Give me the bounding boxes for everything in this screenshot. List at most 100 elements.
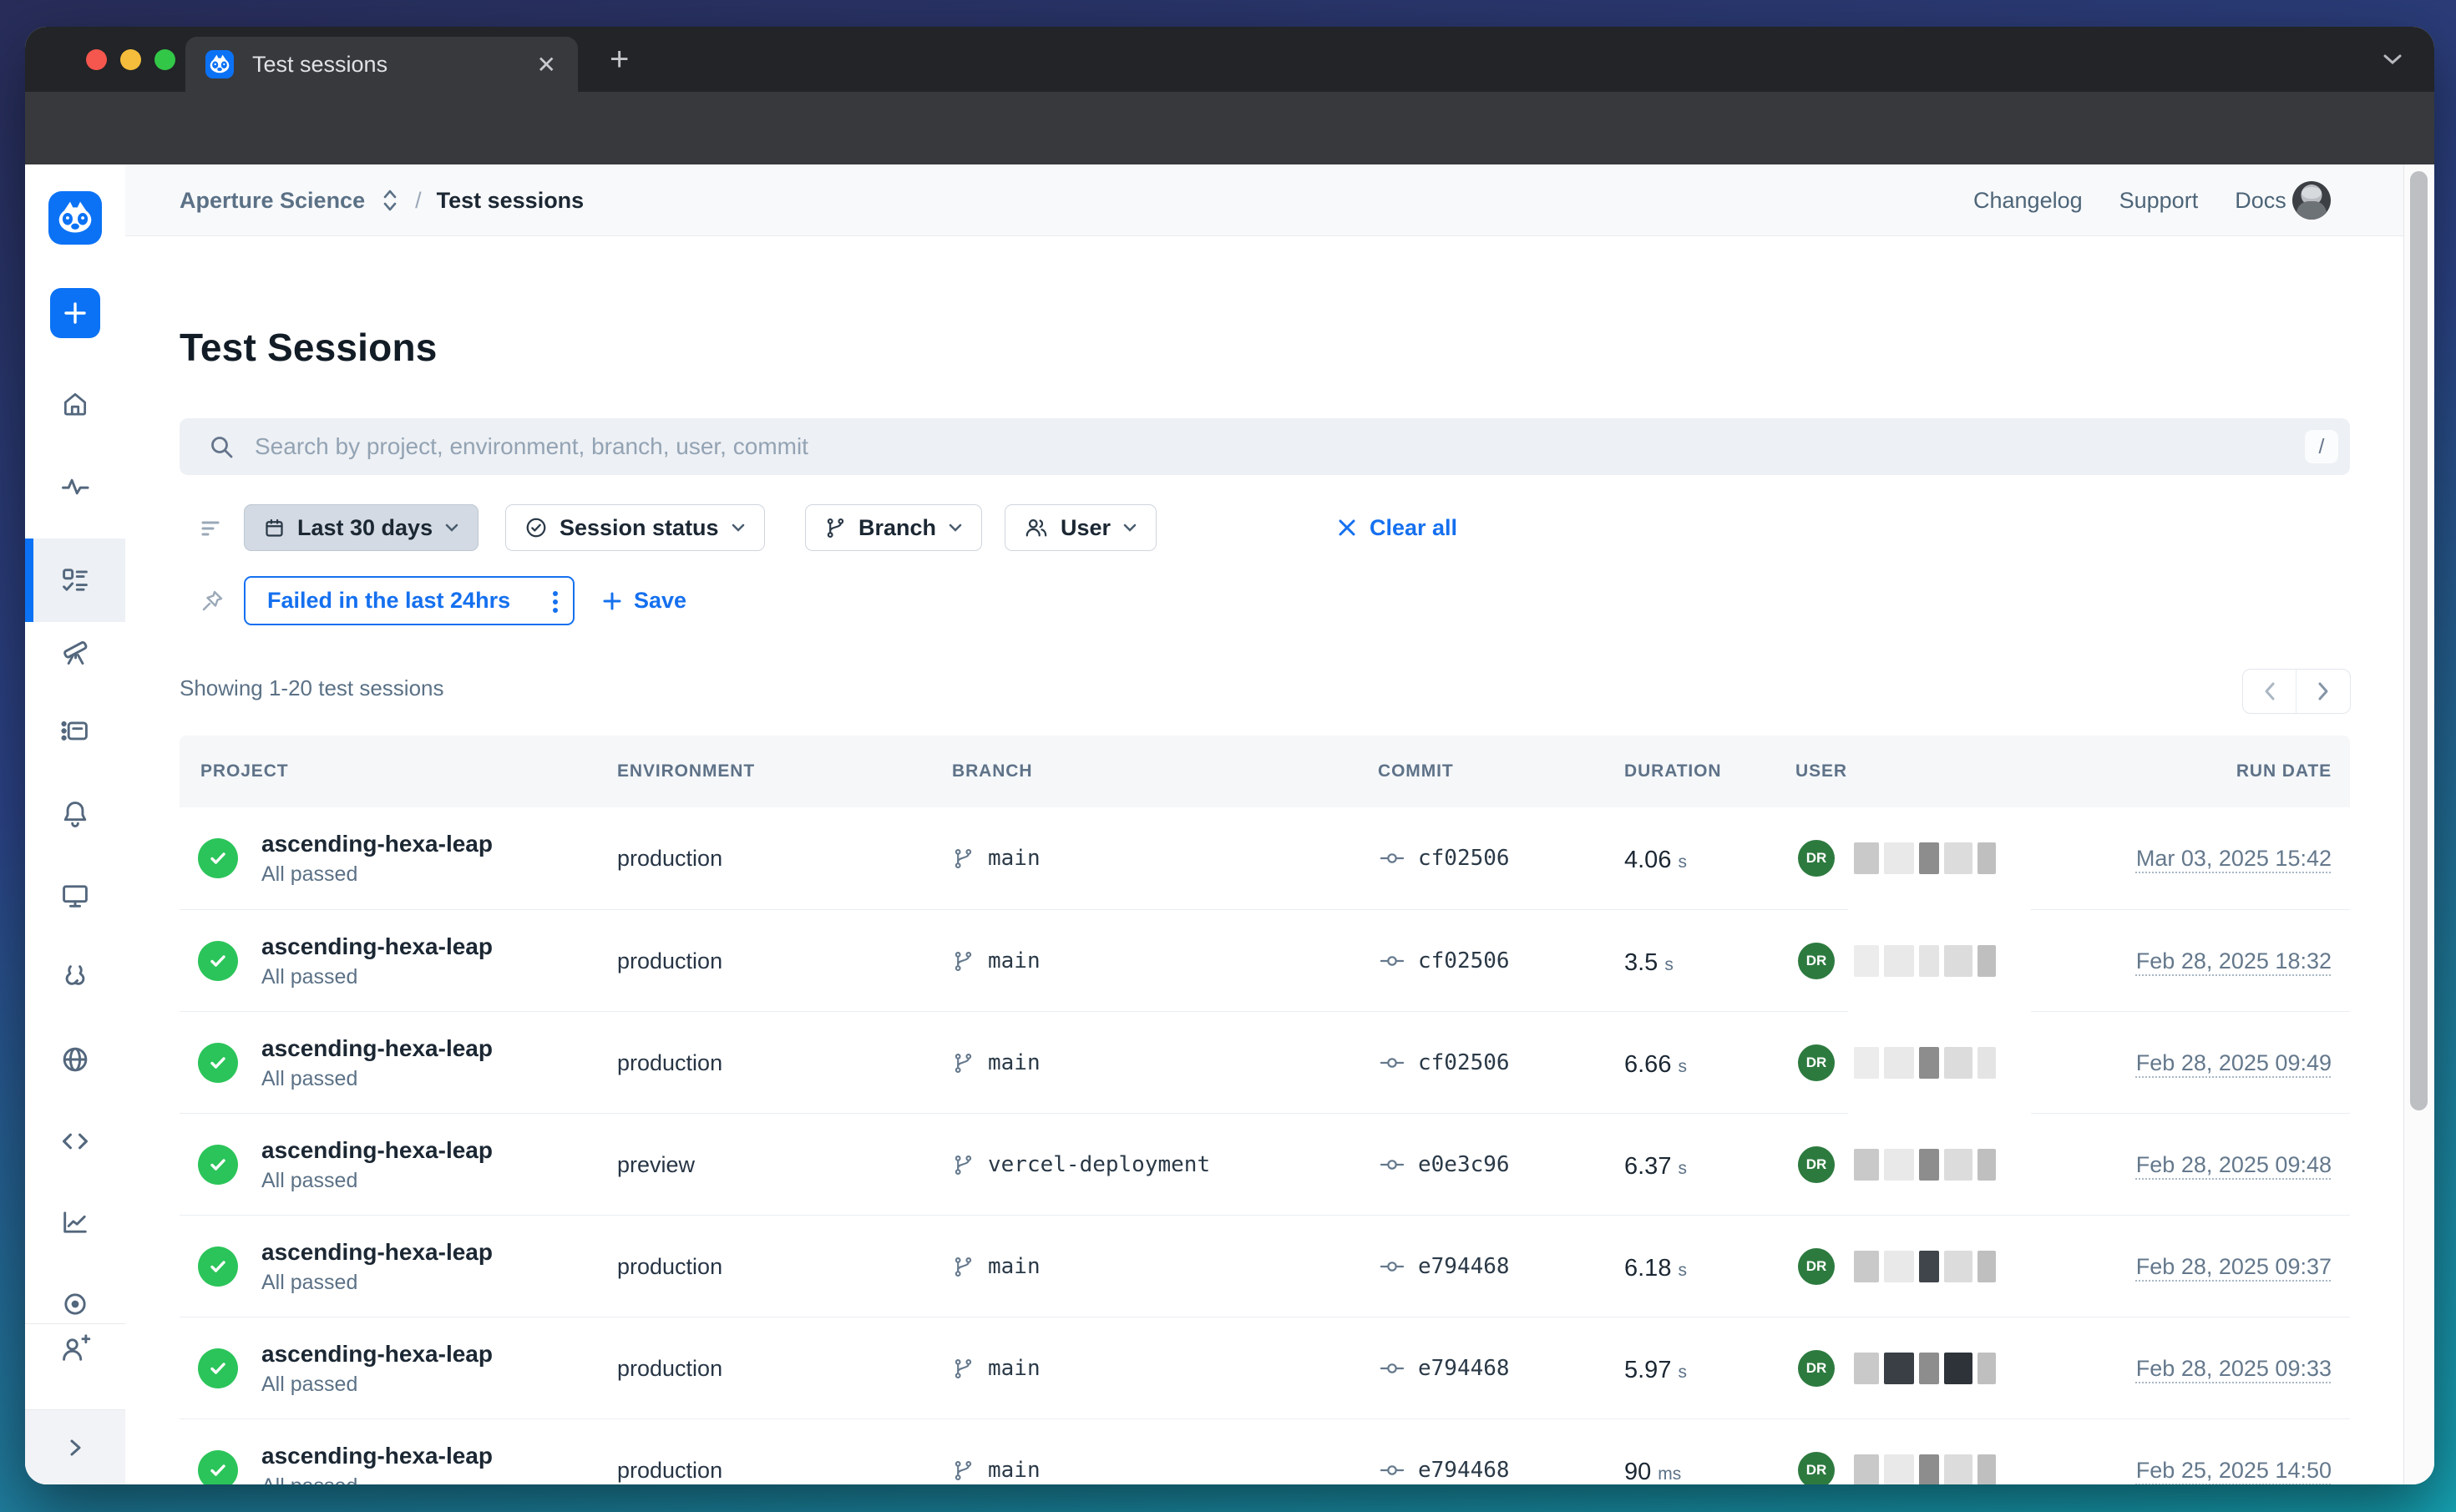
session-status-filter[interactable]: Session status [505, 504, 765, 551]
sidebar-item-invite-user[interactable] [25, 1319, 125, 1379]
page-scrollbar[interactable] [2403, 164, 2434, 1484]
changelog-link[interactable]: Changelog [1973, 188, 2083, 214]
column-run-date: RUN DATE [2236, 736, 2332, 807]
sidebar-item-cli[interactable] [25, 1111, 125, 1171]
tab-search-chevron-icon[interactable] [2382, 52, 2403, 67]
date-range-filter[interactable]: Last 30 days [244, 504, 479, 551]
run-date-link[interactable]: Feb 28, 2025 18:32 [2136, 910, 2332, 1012]
previous-page-button[interactable] [2243, 670, 2296, 713]
pin-icon[interactable] [200, 589, 225, 614]
browser-toolbar: app.checklyhq.com/test-sessions?presetWi… [25, 92, 2434, 167]
tab-close-icon[interactable]: ✕ [537, 51, 556, 78]
sidebar-collapse-section[interactable] [25, 1409, 125, 1484]
sidebar-item-checkly-logo[interactable] [25, 188, 125, 248]
sidebar-item-home[interactable] [25, 374, 125, 434]
activity-pulse-icon [59, 471, 91, 503]
status-text: All passed [261, 965, 357, 989]
branch-cell: main [952, 807, 1041, 909]
duration-cell: 6.37 s [1624, 1114, 1687, 1216]
sidebar-item-monitors[interactable] [25, 866, 125, 926]
sidebar-item-create[interactable] [25, 283, 125, 343]
run-date-link[interactable]: Feb 28, 2025 09:33 [2136, 1317, 2332, 1419]
sidebar-item-alerts[interactable] [25, 784, 125, 844]
sidebar-item-test-sessions[interactable] [25, 550, 125, 610]
status-text: All passed [261, 1271, 357, 1295]
table-row[interactable]: ascending-hexa-leap All passed productio… [180, 1317, 2350, 1418]
branch-filter[interactable]: Branch [805, 504, 982, 551]
save-filter-button[interactable]: Save [601, 576, 686, 625]
run-date-link[interactable]: Feb 25, 2025 14:50 [2136, 1419, 2332, 1484]
sidebar-item-analytics[interactable] [25, 1192, 125, 1252]
target-icon [59, 1288, 91, 1320]
sidebar-item-dashboards[interactable] [25, 701, 125, 761]
run-date-link[interactable]: Feb 28, 2025 09:37 [2136, 1216, 2332, 1317]
run-date-link[interactable]: Feb 28, 2025 09:48 [2136, 1114, 2332, 1216]
redacted-user-name [1854, 1353, 1996, 1384]
users-icon [1024, 516, 1049, 539]
commit-cell: cf02506 [1380, 807, 1510, 909]
account-switcher-icon[interactable] [380, 188, 400, 213]
git-commit-icon [1380, 1358, 1405, 1379]
table-row[interactable]: ascending-hexa-leap All passed productio… [180, 1215, 2350, 1317]
sidebar-item-activity[interactable] [25, 457, 125, 517]
commit-cell: cf02506 [1380, 1012, 1510, 1114]
user-filter[interactable]: User [1005, 504, 1157, 551]
next-page-button[interactable] [2296, 670, 2350, 713]
app-header: Aperture Science / Test sessions Changel… [125, 164, 2403, 236]
duration-value: 90 [1624, 1459, 1651, 1484]
run-date-link[interactable]: Mar 03, 2025 15:42 [2136, 807, 2332, 909]
branch-name: main [988, 1458, 1041, 1483]
new-tab-button[interactable]: + [610, 48, 629, 70]
search-bar[interactable]: / [180, 418, 2350, 475]
docs-link[interactable]: Docs [2235, 188, 2286, 214]
pagination [2242, 669, 2351, 714]
account-name[interactable]: Aperture Science [180, 188, 365, 214]
sidebar-item-maintenance[interactable] [25, 947, 125, 1007]
chevron-down-icon [1122, 523, 1137, 533]
run-date-link[interactable]: Feb 28, 2025 09:49 [2136, 1012, 2332, 1114]
search-icon [208, 433, 235, 460]
user-cell: DR [1798, 1012, 1835, 1114]
git-commit-icon [1380, 950, 1405, 972]
support-link[interactable]: Support [2119, 188, 2199, 214]
sidebar-item-status-pages[interactable] [25, 1029, 125, 1090]
clear-all-button[interactable]: Clear all [1336, 504, 1457, 551]
results-count: Showing 1-20 test sessions [180, 675, 444, 701]
project-cell: ascending-hexa-leap All passed [261, 1012, 493, 1114]
table-row[interactable]: ascending-hexa-leap All passed productio… [180, 1418, 2350, 1484]
maximize-window-button[interactable] [154, 49, 175, 70]
git-commit-icon [1380, 1459, 1405, 1481]
branch-cell: main [952, 1419, 1041, 1484]
browser-tab[interactable]: Test sessions ✕ [185, 37, 578, 92]
saved-filter-button[interactable]: Failed in the last 24hrs [244, 576, 575, 625]
status-passed-icon [198, 941, 238, 981]
project-cell: ascending-hexa-leap All passed [261, 1114, 493, 1216]
chevron-right-icon [63, 1435, 88, 1460]
duration-unit: s [1678, 1159, 1687, 1179]
duration-cell: 6.18 s [1624, 1216, 1687, 1317]
sidebar-item-explore[interactable] [25, 621, 125, 681]
user-avatar-badge: DR [1798, 1452, 1835, 1484]
checkly-favicon [205, 50, 234, 78]
user-cell: DR [1798, 910, 1835, 1012]
minimize-window-button[interactable] [120, 49, 141, 70]
close-window-button[interactable] [86, 49, 107, 70]
column-project: PROJECT [200, 736, 289, 807]
project-cell: ascending-hexa-leap All passed [261, 1317, 493, 1419]
branch-cell: main [952, 910, 1041, 1012]
table-body: ascending-hexa-leap All passed productio… [180, 807, 2350, 1484]
clear-all-label: Clear all [1370, 515, 1457, 541]
status-text: All passed [261, 1067, 357, 1091]
user-avatar[interactable] [2292, 181, 2331, 220]
x-close-icon [1336, 517, 1358, 539]
breadcrumb-current: Test sessions [437, 188, 585, 214]
check-circle-icon [524, 516, 548, 539]
checkly-logo-icon [48, 191, 102, 245]
duration-unit: s [1664, 955, 1674, 975]
scrollbar-thumb[interactable] [2410, 171, 2428, 1110]
commit-cell: e0e3c96 [1380, 1114, 1510, 1216]
column-commit: COMMIT [1378, 736, 1454, 807]
search-input[interactable] [255, 418, 2242, 475]
redacted-user-name [1854, 1047, 1996, 1079]
saved-filter-menu-icon[interactable] [553, 588, 558, 616]
